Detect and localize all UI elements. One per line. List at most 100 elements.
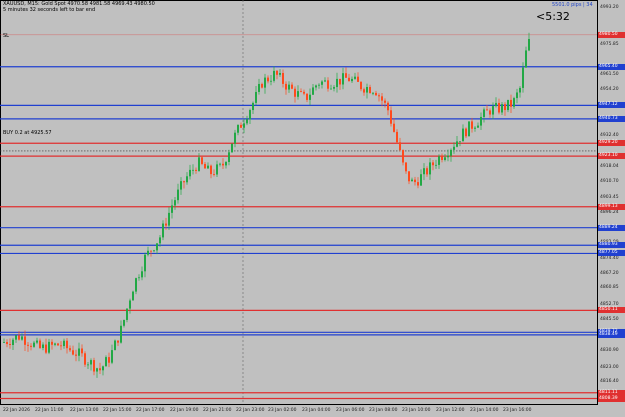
candle-bull [420,174,422,186]
candle-bull [36,340,38,343]
candle-bear [399,142,401,151]
countdown-timer: <5:32 [536,10,570,23]
candle-bear [504,104,506,111]
candle-bull [42,344,44,349]
candle-bear [24,336,26,345]
candle-bear [30,345,32,347]
price-tick-label: 4903.45 [600,194,619,200]
candle-bear [381,96,383,101]
candle-bear [210,165,212,175]
candle-bear [402,150,404,163]
candle-bull [453,146,455,150]
candle-bull [111,350,113,363]
price-tag: 4850.11 [598,307,625,314]
candle-bear [471,121,473,129]
candle-bull [255,91,257,103]
candle-bear [387,102,389,111]
candle-bear [345,73,347,78]
candle-bull [126,308,128,320]
candle-bull [129,300,131,309]
candle-bear [57,343,59,346]
candle-bull [12,339,14,346]
candle-bull [492,106,494,115]
candle-bull [135,278,137,292]
candle-bull [297,91,299,97]
candle-bear [69,348,71,351]
pips-readout: 5501.0 pips | 34 [552,2,593,8]
candle-bear [99,368,101,371]
candle-bull [15,335,17,340]
candle-bull [3,342,5,343]
candle-bear [489,110,491,115]
candle-bull [528,39,530,51]
candle-bear [51,341,53,345]
candle-bear [327,80,329,89]
candle-bear [378,95,380,97]
candle-bull [54,343,56,345]
candle-bear [240,124,242,128]
candle-bull [333,87,335,89]
candle-bear [291,84,293,89]
candle-bull [444,157,446,161]
candle-bull [144,254,146,272]
price-chart[interactable] [0,0,625,417]
sl-label: SL [3,33,9,39]
candle-bull [480,116,482,126]
candle-bear [117,340,119,343]
candle-bull [264,77,266,88]
price-tick-label: 4867.20 [600,271,619,277]
candle-bull [321,81,323,85]
candle-bear [27,344,29,346]
candle-bull [525,50,527,68]
candle-bear [510,99,512,107]
price-tick-label: 4816.40 [600,378,619,384]
candle-bull [192,169,194,171]
candle-bull [330,88,332,90]
candle-bull [174,200,176,206]
candle-bear [396,131,398,143]
candle-bull [219,163,221,165]
time-tick-label: 23 Jan 12:00 [436,408,465,413]
chart-window[interactable]: XAUUSD, M15: Gold Spot 4970.58 4981.58 4… [0,0,625,417]
candle-bull [243,123,245,128]
candle-bull [372,92,374,94]
candle-bull [105,357,107,367]
time-tick-label: 23 Jan 10:00 [402,408,431,413]
candle-bull [33,342,35,347]
candle-bull [216,164,218,175]
price-tag: 4808.39 [598,395,625,402]
candle-bear [390,110,392,124]
candle-bear [222,163,224,166]
time-tick-label: 23 Jan 02:00 [268,408,297,413]
candle-bear [60,345,62,347]
candle-bull [366,87,368,93]
price-tick-label: 4896.24 [600,209,619,215]
candle-bull [87,364,89,366]
candle-bear [303,91,305,94]
candle-bear [339,78,341,85]
candle-bull [288,84,290,90]
candle-bear [213,174,215,175]
candle-bull [78,348,80,356]
candle-bull [522,67,524,88]
candle-bull [435,164,437,166]
candle-bear [84,353,86,365]
price-tick-label: 4830.90 [600,347,619,353]
candle-bear [441,156,443,161]
price-tick-label: 4918.04 [600,163,619,169]
candle-bear [432,162,434,166]
price-tag: 4889.24 [598,224,625,231]
candle-bull [96,368,98,372]
candle-bear [405,162,407,172]
price-tick-label: 4860.85 [600,284,619,290]
candle-bull [123,319,125,326]
candle-bull [462,128,464,142]
time-tick-label: 22 Jan 17:00 [136,408,165,413]
price-tick-label: 4910.70 [600,179,619,185]
candle-bear [369,87,371,94]
plot-frame [0,0,598,405]
candle-bull [495,102,497,107]
candle-bear [498,102,500,113]
candle-bull [147,250,149,255]
time-tick-label: 22 Jan 13:00 [70,408,99,413]
